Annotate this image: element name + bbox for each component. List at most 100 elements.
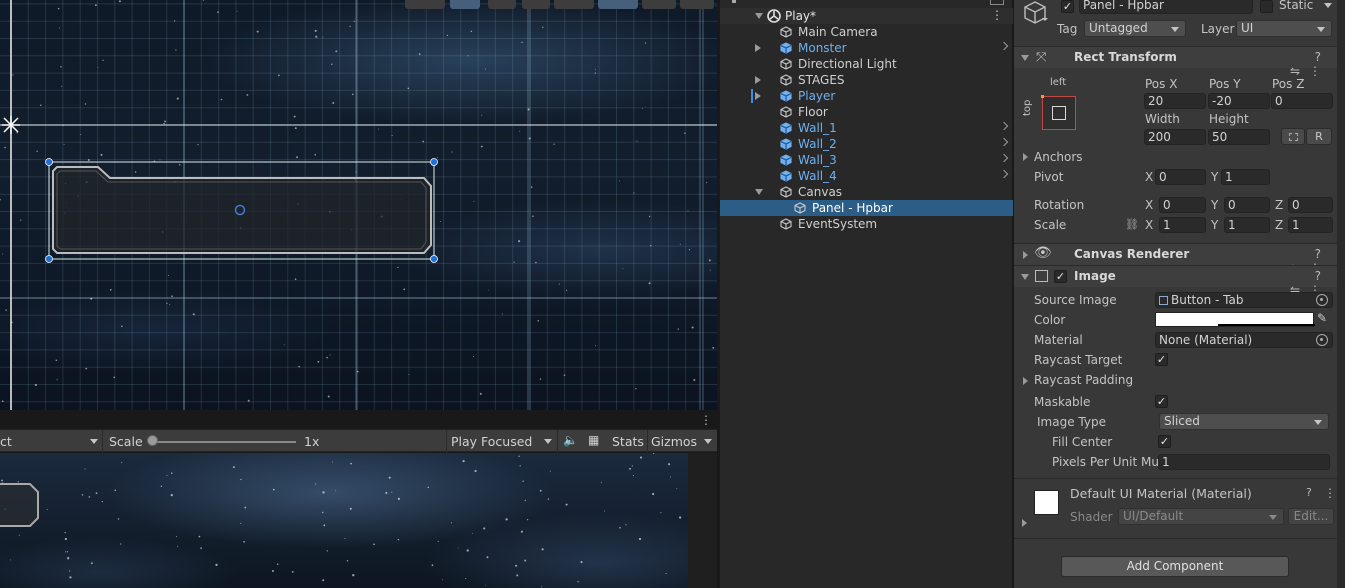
2d-toggle-button[interactable] xyxy=(450,0,480,9)
component-header-icons[interactable]: ?⇋⋮ xyxy=(1280,50,1330,78)
foldout-icon[interactable] xyxy=(1021,274,1029,280)
play-mode-dropdown[interactable]: Play Focused xyxy=(451,434,532,449)
anchor-presets-button[interactable] xyxy=(1041,95,1076,130)
gizmos-button[interactable]: Gizmos xyxy=(651,434,697,449)
raycast-padding-foldout-icon[interactable] xyxy=(1023,377,1028,385)
add-component-button[interactable]: Add Component xyxy=(1061,556,1289,577)
material-field[interactable]: None (Material) xyxy=(1155,332,1333,348)
play-mode-dropdown-arrow-icon[interactable] xyxy=(544,439,552,444)
aspect-dropdown-arrow-icon[interactable] xyxy=(90,439,98,444)
shortcuts-icon[interactable]: ▦ xyxy=(588,433,599,447)
image-component-header[interactable]: ✓ Image ?⇋⋮ xyxy=(1014,265,1338,297)
icon-dropdown-arrow-icon[interactable] xyxy=(1042,18,1048,21)
pivot-y-field[interactable]: 1 xyxy=(1221,169,1270,185)
pos-x-field[interactable]: 20 xyxy=(1144,93,1206,109)
material-foldout-icon[interactable] xyxy=(1022,519,1027,527)
color-swatch[interactable] xyxy=(1155,312,1315,327)
pixels-per-unit-field[interactable]: 1 xyxy=(1158,454,1330,470)
component-header-icons[interactable]: ?⇋⋮ xyxy=(1280,247,1330,275)
hierarchy-item[interactable]: Wall_4 xyxy=(720,168,1013,184)
constrain-proportions-icon[interactable]: ⛓ xyxy=(1125,218,1139,231)
stats-button[interactable]: Stats xyxy=(612,434,644,449)
open-prefab-chevron-icon[interactable] xyxy=(999,137,1009,147)
static-dropdown-arrow-icon[interactable] xyxy=(1324,3,1332,8)
raw-edit-button[interactable]: R xyxy=(1306,128,1332,145)
rotation-y-field[interactable]: 0 xyxy=(1224,197,1270,213)
hierarchy-item[interactable]: STAGES xyxy=(720,72,1013,88)
anchors-label[interactable]: Anchors xyxy=(1034,150,1083,164)
eyedropper-icon[interactable]: ✎ xyxy=(1317,311,1327,325)
foldout-icon[interactable] xyxy=(1023,251,1028,259)
scale-slider-handle[interactable] xyxy=(147,435,158,446)
hierarchy-add-icon[interactable] xyxy=(732,0,736,3)
width-field[interactable]: 200 xyxy=(1144,129,1206,145)
rotation-z-field[interactable]: 0 xyxy=(1288,197,1333,213)
foldout-icon[interactable] xyxy=(755,189,763,195)
hierarchy-item[interactable]: Panel - Hpbar xyxy=(720,200,1013,216)
foldout-icon[interactable] xyxy=(755,92,761,100)
hierarchy-item[interactable]: EventSystem xyxy=(720,216,1013,232)
scene-menu-icon[interactable]: ⋮ xyxy=(991,8,1003,22)
panel-hpbar-gizmo[interactable] xyxy=(0,0,717,410)
canvas-renderer-header[interactable]: 👁 Canvas Renderer ?⇋⋮ xyxy=(1014,243,1338,275)
aspect-dropdown[interactable]: ct xyxy=(0,434,12,449)
foldout-icon[interactable] xyxy=(755,44,761,52)
raycast-target-checkbox[interactable]: ✓ xyxy=(1155,353,1168,366)
rotation-x-field[interactable]: 0 xyxy=(1159,197,1206,213)
hierarchy-item[interactable]: Monster xyxy=(720,40,1013,56)
open-prefab-chevron-icon[interactable] xyxy=(999,169,1009,179)
global-gizmos-button[interactable] xyxy=(680,0,714,9)
game-view[interactable] xyxy=(0,453,688,588)
hierarchy-item[interactable]: Player xyxy=(720,88,1013,104)
object-name-field[interactable]: Panel - Hpbar xyxy=(1079,0,1253,14)
open-prefab-chevron-icon[interactable] xyxy=(999,121,1009,131)
tag-dropdown[interactable]: Untagged xyxy=(1084,20,1186,37)
maskable-checkbox[interactable]: ✓ xyxy=(1155,395,1168,408)
scale-slider-track[interactable] xyxy=(150,441,296,443)
hierarchy-item[interactable]: Main Camera xyxy=(720,24,1013,40)
hierarchy-search-icon[interactable] xyxy=(990,0,1004,5)
object-picker-icon[interactable] xyxy=(1316,294,1328,306)
rect-transform-header[interactable]: ⤧ Rect Transform ?⇋⋮ xyxy=(1014,46,1338,78)
hierarchy-item[interactable]: Floor xyxy=(720,104,1013,120)
hierarchy-item[interactable]: Wall_1 xyxy=(720,120,1013,136)
mute-audio-icon[interactable]: 🔈 xyxy=(563,433,578,447)
static-checkbox[interactable] xyxy=(1260,0,1273,13)
pos-z-field[interactable]: 0 xyxy=(1271,93,1333,109)
object-picker-icon[interactable] xyxy=(1316,334,1328,346)
pos-y-field[interactable]: -20 xyxy=(1208,93,1270,109)
lighting-toggle-button[interactable] xyxy=(488,0,516,9)
audio-toggle-button[interactable] xyxy=(522,0,550,9)
blueprint-mode-button[interactable] xyxy=(1281,128,1305,145)
foldout-icon[interactable] xyxy=(755,13,763,19)
scene-view[interactable] xyxy=(0,0,717,410)
hierarchy-item[interactable]: Wall_3 xyxy=(720,152,1013,168)
scale-x-field[interactable]: 1 xyxy=(1159,217,1206,233)
scale-y-field[interactable]: 1 xyxy=(1224,217,1270,233)
source-image-field[interactable]: Button - Tab xyxy=(1155,292,1333,308)
image-enabled-checkbox[interactable]: ✓ xyxy=(1054,270,1067,283)
open-prefab-chevron-icon[interactable] xyxy=(999,41,1009,51)
effects-dropdown-button[interactable] xyxy=(554,0,594,9)
image-type-dropdown[interactable]: Sliced xyxy=(1159,413,1329,430)
material-menu-icon[interactable]: ⋮ xyxy=(1324,486,1336,500)
scale-z-field[interactable]: 1 xyxy=(1288,217,1333,233)
scene-header-row[interactable]: Play* ⋮ xyxy=(720,8,1013,24)
active-checkbox[interactable]: ✓ xyxy=(1061,0,1074,13)
inspector-scrollbar[interactable] xyxy=(1337,0,1345,588)
height-field[interactable]: 50 xyxy=(1208,129,1270,145)
fill-center-checkbox[interactable]: ✓ xyxy=(1158,435,1171,448)
hierarchy-item[interactable]: Canvas xyxy=(720,184,1013,200)
foldout-icon[interactable] xyxy=(755,76,761,84)
raycast-padding-label[interactable]: Raycast Padding xyxy=(1034,373,1133,387)
open-prefab-chevron-icon[interactable] xyxy=(999,153,1009,163)
layer-dropdown[interactable]: UI xyxy=(1236,20,1332,37)
hierarchy-item[interactable]: Directional Light xyxy=(720,56,1013,72)
hierarchy-item[interactable]: Wall_2 xyxy=(720,136,1013,152)
scene-more-menu-icon[interactable]: ⋮ xyxy=(700,413,712,427)
scene-camera-button[interactable] xyxy=(642,0,676,9)
foldout-icon[interactable] xyxy=(1021,55,1029,61)
gizmo-tools-button[interactable] xyxy=(405,0,445,9)
gizmos-dropdown-arrow-icon[interactable] xyxy=(704,439,712,444)
component-header-icons[interactable]: ?⇋⋮ xyxy=(1280,269,1330,297)
